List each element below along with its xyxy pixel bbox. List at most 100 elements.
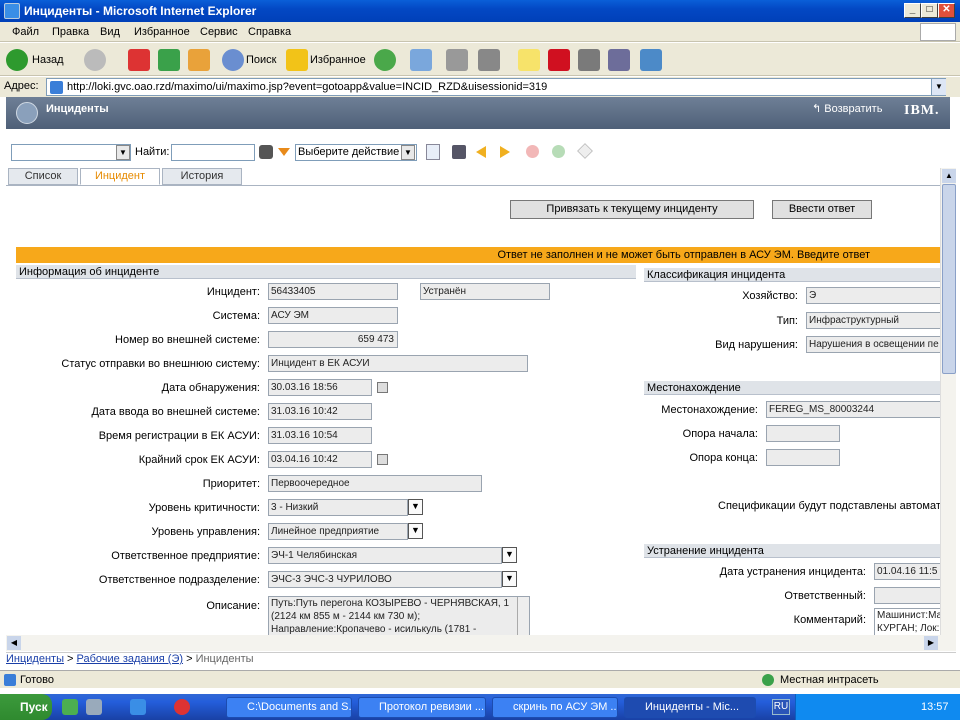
workflow-stop-icon[interactable] bbox=[526, 145, 539, 158]
start-button[interactable]: Пуск bbox=[0, 694, 52, 720]
task-protocol[interactable]: Протокол ревизии ... bbox=[358, 697, 486, 718]
return-label[interactable]: Возвратить bbox=[824, 103, 882, 115]
breadcrumb-work-orders[interactable]: Рабочие задания (Э) bbox=[77, 653, 183, 665]
send-status-field[interactable]: Инцидент в ЕК АСУИ bbox=[268, 355, 528, 372]
enter-reply-button[interactable]: Ввести ответ bbox=[772, 200, 872, 219]
return-link[interactable]: ↰ Возвратить bbox=[812, 102, 882, 115]
binoculars-icon[interactable] bbox=[259, 145, 273, 159]
maximize-button[interactable]: □ bbox=[921, 3, 938, 18]
scroll-thumb[interactable] bbox=[942, 184, 956, 374]
action-dropdown-icon[interactable]: ▼ bbox=[401, 145, 415, 160]
external-number-field[interactable]: 659 473 bbox=[268, 331, 398, 348]
input-date-field[interactable]: 31.03.16 10:42 bbox=[268, 403, 372, 420]
criticality-dropdown-icon[interactable]: ▼ bbox=[408, 499, 423, 515]
economy-field[interactable]: Э bbox=[806, 287, 940, 304]
save-icon[interactable] bbox=[452, 145, 466, 159]
vertical-scrollbar[interactable]: ▲ bbox=[940, 168, 956, 635]
close-button[interactable]: ✕ bbox=[938, 3, 955, 18]
priority-field[interactable]: Первоочередное bbox=[268, 475, 482, 492]
registration-time-field[interactable]: 31.03.16 10:54 bbox=[268, 427, 372, 444]
mail-icon[interactable] bbox=[410, 49, 432, 71]
notes-icon[interactable] bbox=[518, 49, 540, 71]
quicklaunch-icon[interactable] bbox=[62, 699, 78, 715]
stop-icon[interactable] bbox=[128, 49, 150, 71]
next-record-icon[interactable] bbox=[500, 146, 510, 158]
criticality-field[interactable]: 3 - Низкий bbox=[268, 499, 408, 516]
start-support-field[interactable] bbox=[766, 425, 840, 442]
task-screens[interactable]: скринь по АСУ ЭМ ... bbox=[492, 697, 618, 718]
link-incident-button[interactable]: Привязать к текущему инциденту bbox=[510, 200, 754, 219]
menu-favorites[interactable]: Избранное bbox=[134, 26, 190, 38]
menu-view[interactable]: Вид bbox=[100, 26, 120, 38]
language-indicator[interactable]: RU bbox=[772, 699, 790, 715]
detection-date-field[interactable]: 30.03.16 18:56 bbox=[268, 379, 372, 396]
query-dropdown-icon[interactable]: ▼ bbox=[116, 145, 130, 160]
back-label[interactable]: Назад bbox=[32, 54, 64, 66]
forward-icon[interactable] bbox=[84, 49, 106, 71]
responsible-enterprise-field[interactable]: ЭЧ-1 Челябинская bbox=[268, 547, 502, 564]
breadcrumb-incidents[interactable]: Инциденты bbox=[6, 653, 64, 665]
end-support-field[interactable] bbox=[766, 449, 840, 466]
menu-file[interactable]: Файл bbox=[12, 26, 39, 38]
refresh-icon[interactable] bbox=[158, 49, 180, 71]
favorites-label[interactable]: Избранное bbox=[310, 54, 366, 66]
responsible-unit-field[interactable]: ЭЧС-3 ЭЧС-3 ЧУРИЛОВО bbox=[268, 571, 502, 588]
calendar-icon[interactable] bbox=[377, 382, 388, 393]
type-field[interactable]: Инфраструктурный bbox=[806, 312, 940, 329]
description-scrollbar[interactable] bbox=[517, 597, 529, 635]
ie-quicklaunch-icon[interactable] bbox=[130, 699, 146, 715]
messenger-icon[interactable] bbox=[578, 49, 600, 71]
tab-history[interactable]: История bbox=[162, 168, 242, 185]
search-icon[interactable] bbox=[222, 49, 244, 71]
plugin-icon[interactable] bbox=[640, 49, 662, 71]
workflow-icon[interactable] bbox=[577, 143, 593, 159]
quicklaunch-icon[interactable] bbox=[174, 699, 190, 715]
research-icon[interactable] bbox=[608, 49, 630, 71]
new-record-icon[interactable] bbox=[426, 144, 440, 160]
kaspersky-icon[interactable] bbox=[548, 49, 570, 71]
horizontal-scrollbar[interactable]: ◀ ▶ bbox=[6, 635, 956, 651]
scroll-right-icon[interactable]: ▶ bbox=[924, 636, 938, 650]
menu-help[interactable]: Справка bbox=[248, 26, 291, 38]
unit-dropdown-icon[interactable]: ▼ bbox=[502, 571, 517, 587]
tab-incident[interactable]: Инцидент bbox=[80, 168, 160, 185]
print-icon[interactable] bbox=[446, 49, 468, 71]
filter-arrow-icon[interactable] bbox=[278, 148, 290, 156]
scroll-up-icon[interactable]: ▲ bbox=[942, 169, 956, 183]
enterprise-dropdown-icon[interactable]: ▼ bbox=[502, 547, 517, 563]
system-field[interactable]: АСУ ЭМ bbox=[268, 307, 398, 324]
home-icon[interactable] bbox=[188, 49, 210, 71]
management-level-field[interactable]: Линейное предприятие bbox=[268, 523, 408, 540]
history-icon[interactable] bbox=[374, 49, 396, 71]
responsible-field[interactable] bbox=[874, 587, 940, 604]
minimize-button[interactable]: _ bbox=[904, 3, 921, 18]
tab-list[interactable]: Список bbox=[8, 168, 78, 185]
query-select[interactable] bbox=[11, 144, 131, 161]
address-dropdown-icon[interactable]: ▼ bbox=[931, 79, 946, 95]
task-documents[interactable]: C:\Documents and S... bbox=[226, 697, 352, 718]
incident-field[interactable]: 56433405 bbox=[268, 283, 398, 300]
task-incidents[interactable]: Инциденты - Mic... bbox=[624, 697, 756, 718]
workflow-route-icon[interactable] bbox=[552, 145, 565, 158]
resolution-date-field[interactable]: 01.04.16 11:5 bbox=[874, 563, 940, 580]
scroll-left-icon[interactable]: ◀ bbox=[7, 636, 21, 650]
address-input[interactable]: http://loki.gvc.oao.rzd/maximo/ui/maximo… bbox=[46, 78, 946, 96]
prev-record-icon[interactable] bbox=[476, 146, 486, 158]
comment-textarea[interactable]: Машинист:Ма КУРГАН; Лок: bbox=[874, 608, 940, 635]
location-field[interactable]: FEREG_MS_80003244 bbox=[766, 401, 940, 418]
incident-status-field[interactable]: Устранён bbox=[420, 283, 550, 300]
quicklaunch-icon[interactable] bbox=[86, 699, 102, 715]
search-label[interactable]: Поиск bbox=[246, 54, 276, 66]
violation-type-field[interactable]: Нарушения в освещении пе bbox=[806, 336, 940, 353]
action-select[interactable]: Выберите действие bbox=[295, 144, 417, 161]
back-icon[interactable] bbox=[6, 49, 28, 71]
description-textarea[interactable]: Путь:Путь перегона КОЗЫРЕВО - ЧЕРНЯВСКАЯ… bbox=[268, 596, 530, 635]
favorites-star-icon[interactable] bbox=[286, 49, 308, 71]
management-level-dropdown-icon[interactable]: ▼ bbox=[408, 523, 423, 539]
menu-edit[interactable]: Правка bbox=[52, 26, 89, 38]
deadline-field[interactable]: 03.04.16 10:42 bbox=[268, 451, 372, 468]
menu-tools[interactable]: Сервис bbox=[200, 26, 238, 38]
find-input[interactable] bbox=[171, 144, 255, 161]
calendar-icon[interactable] bbox=[377, 454, 388, 465]
edit-icon[interactable] bbox=[478, 49, 500, 71]
